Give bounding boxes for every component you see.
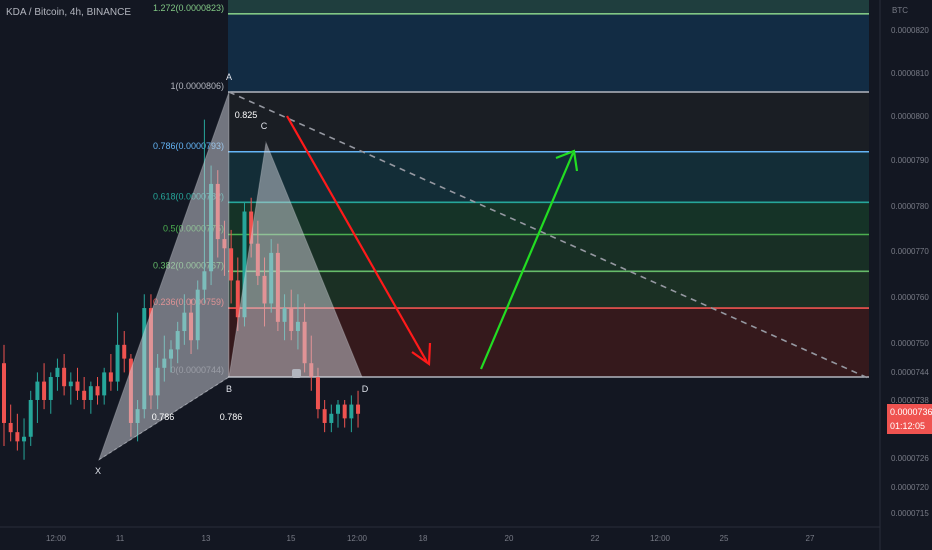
- pattern-point-X: X: [95, 466, 101, 476]
- x-tick-label: 12:00: [347, 534, 368, 543]
- fib-zone: [228, 13, 869, 93]
- chart-title: KDA / Bitcoin, 4h, BINANCE: [6, 7, 132, 18]
- candle-body[interactable]: [68, 381, 73, 387]
- candle-body[interactable]: [55, 367, 60, 377]
- pattern-point-D: D: [362, 384, 369, 394]
- x-tick-label: 15: [287, 534, 296, 543]
- x-tick-label: 12:00: [46, 534, 67, 543]
- last-price: 0.0000736: [890, 407, 932, 417]
- candle-body[interactable]: [95, 386, 100, 396]
- candle-body[interactable]: [336, 404, 340, 414]
- candle-body[interactable]: [349, 404, 354, 419]
- fib-zone: [228, 92, 869, 152]
- price-chart[interactable]: 1.272(0.0000823)1(0.0000806)0.786(0.0000…: [0, 0, 932, 550]
- candle-body[interactable]: [8, 422, 13, 433]
- candle-body[interactable]: [122, 344, 127, 359]
- y-axis-unit: BTC: [892, 6, 908, 15]
- candle-body[interactable]: [88, 386, 93, 400]
- pattern-point-C: C: [261, 121, 268, 131]
- x-tick-label: 22: [591, 534, 600, 543]
- x-tick-label: 18: [419, 534, 428, 543]
- fib-zone: [228, 202, 869, 235]
- candle-body[interactable]: [22, 436, 27, 442]
- y-tick-label: 0.0000726: [891, 454, 929, 463]
- y-tick-label: 0.0000744: [891, 368, 929, 377]
- candle-body[interactable]: [356, 404, 361, 414]
- fib-zone: [228, 234, 869, 272]
- x-tick-label: 20: [505, 534, 514, 543]
- candle-body[interactable]: [342, 404, 347, 419]
- pattern-point-A: A: [226, 72, 232, 82]
- x-tick-label: 25: [720, 534, 729, 543]
- candle-body[interactable]: [229, 248, 234, 281]
- y-tick-label: 0.0000750: [891, 339, 929, 348]
- replay-marker[interactable]: [292, 369, 301, 378]
- y-tick-label: 0.0000760: [891, 293, 929, 302]
- candle-body[interactable]: [2, 363, 6, 423]
- pattern-point-B: B: [226, 384, 232, 394]
- x-tick-label: 12:00: [650, 534, 671, 543]
- candle-body[interactable]: [108, 372, 113, 382]
- x-tick-label: 11: [116, 534, 125, 543]
- candle-body[interactable]: [42, 381, 47, 400]
- candle-body[interactable]: [102, 372, 107, 396]
- candle-body[interactable]: [62, 367, 67, 387]
- y-tick-label: 0.0000720: [891, 483, 929, 492]
- candle-body[interactable]: [28, 399, 33, 437]
- candle-body[interactable]: [315, 377, 320, 410]
- candle-body[interactable]: [48, 377, 53, 400]
- candle-body[interactable]: [75, 381, 80, 391]
- x-tick-label: 27: [806, 534, 815, 543]
- candle-body[interactable]: [15, 432, 20, 442]
- y-tick-label: 0.0000715: [891, 509, 929, 518]
- last-price-tag: 0.0000736 01:12:05: [887, 404, 932, 434]
- y-tick-label: 0.0000800: [891, 112, 929, 121]
- candle-body[interactable]: [115, 344, 120, 382]
- y-tick-label: 0.0000810: [891, 69, 929, 78]
- candle-body[interactable]: [329, 413, 334, 423]
- bar-countdown: 01:12:05: [890, 421, 926, 431]
- pattern-ratio: 0.786: [152, 412, 175, 422]
- fib-label-1.272: 1.272(0.0000823): [153, 3, 224, 13]
- candle-body[interactable]: [322, 409, 327, 423]
- fib-zone: [228, 151, 869, 203]
- candle-body[interactable]: [82, 390, 87, 400]
- y-tick-label: 0.0000780: [891, 202, 929, 211]
- fib-zone-top: [228, 0, 869, 14]
- candle-body[interactable]: [35, 381, 40, 400]
- fib-label-1: 1(0.0000806): [170, 81, 224, 91]
- y-tick-label: 0.0000790: [891, 156, 929, 165]
- pattern-ratio: 0.786: [220, 412, 243, 422]
- y-tick-label: 0.0000820: [891, 26, 929, 35]
- y-tick-label: 0.0000770: [891, 247, 929, 256]
- pattern-ratio: 0.825: [235, 110, 258, 120]
- x-tick-label: 13: [202, 534, 211, 543]
